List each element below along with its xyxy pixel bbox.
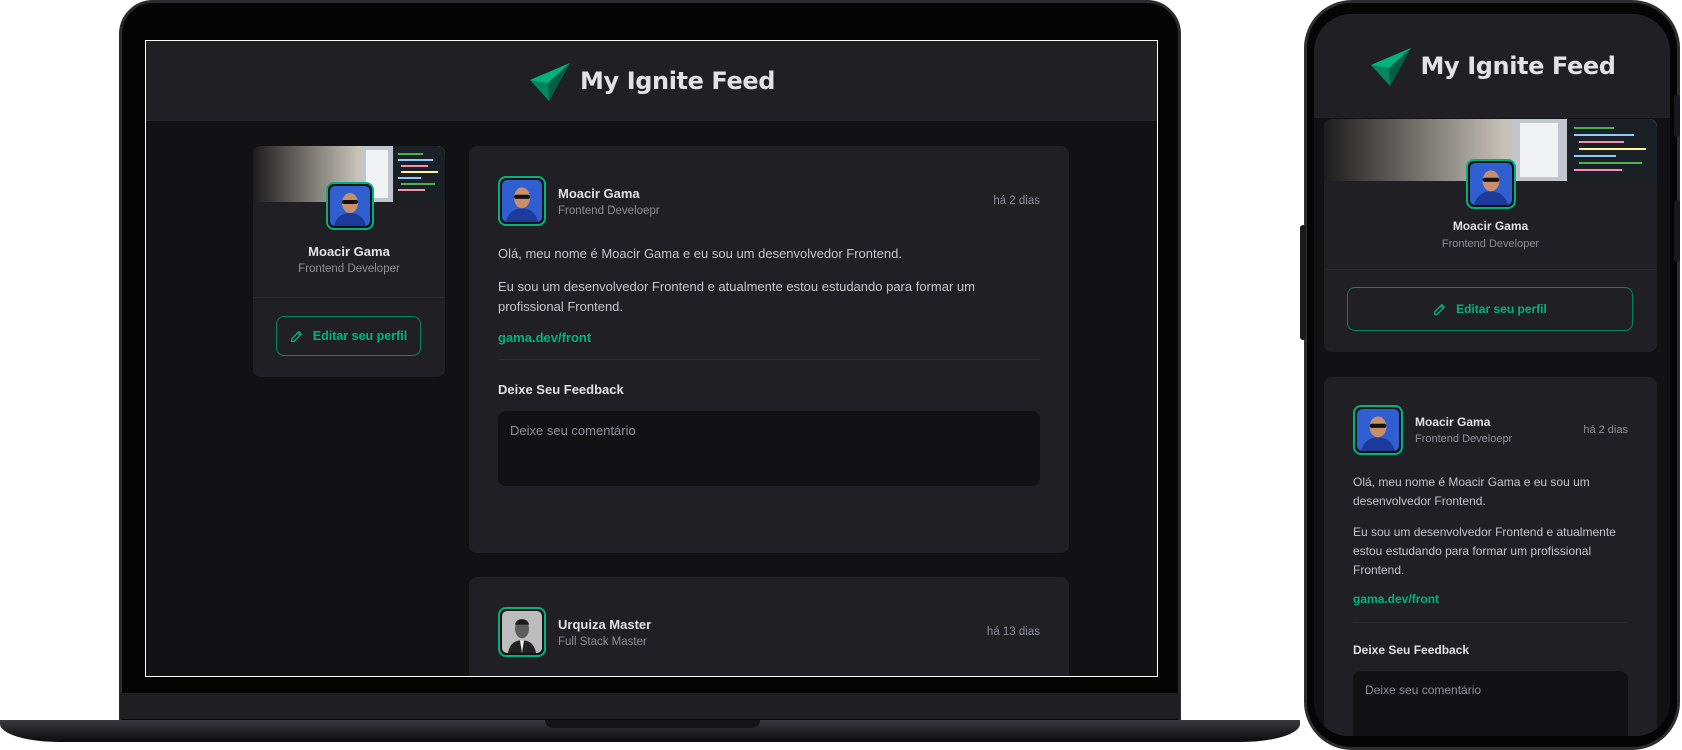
phone-side-button [1674, 95, 1680, 137]
profile-divider [1324, 269, 1657, 270]
post-divider [1353, 622, 1628, 623]
post-author-role: Full Stack Master [558, 635, 647, 648]
post-header: Moacir Gama Frontend Develoepr há 2 dias [498, 176, 1040, 226]
post-content: Olá, meu nome é Moacir Gama e eu sou um … [498, 244, 1040, 345]
post-paragraph: Eu sou um desenvolvedor Frontend e atual… [1353, 525, 1616, 577]
edit-profile-label: Editar seu perfil [1456, 302, 1547, 316]
laptop-hinge [120, 693, 1180, 719]
avatar-photo-moacir [502, 180, 542, 222]
avatar-photo-urquiza [502, 611, 542, 653]
app-header: My Ignite Feed [1314, 14, 1670, 118]
post-author-role: Frontend Develoepr [1415, 433, 1513, 445]
post-paragraph: Eu sou um desenvolvedor Frontend e atual… [498, 279, 975, 314]
app-title: My Ignite Feed [580, 66, 775, 95]
feedback-title: Deixe Seu Feedback [498, 382, 624, 397]
post-divider [498, 359, 1040, 360]
avatar-photo-moacir [330, 186, 370, 226]
post-time: há 2 dias [993, 195, 1040, 207]
post-author-role: Frontend Develoepr [558, 204, 660, 217]
post-author: Urquiza Master Full Stack Master [498, 607, 651, 657]
profile-name: Moacir Gama [308, 244, 390, 259]
comment-input[interactable] [498, 411, 1040, 486]
profile-sidebar: Moacir Gama Frontend Developer Editar se… [253, 146, 445, 377]
post-paragraph: Olá, meu nome é Moacir Gama e eu sou um … [1353, 475, 1590, 508]
post-time: há 13 dias [986, 626, 1040, 638]
edit-profile-button[interactable]: Editar seu perfil [276, 316, 421, 356]
desktop-screen: My Ignite Feed Moacir Gama Frontend Deve… [145, 40, 1158, 677]
mobile-screen: My Ignite Feed Moacir Gama Frontend Deve… [1314, 14, 1670, 736]
pencil-icon [1434, 303, 1446, 315]
profile-role: Frontend Developer [298, 263, 400, 275]
post-author-avatar[interactable] [498, 176, 546, 226]
post-content: Olá, meu nome é Moacir Gama e eu sou um … [1353, 473, 1628, 606]
post-header: Moacir Gama Frontend Develoepr há 2 dias [1353, 405, 1628, 455]
profile-avatar[interactable] [326, 182, 374, 230]
post-author-avatar[interactable] [1353, 405, 1403, 455]
post-author-name: Urquiza Master [558, 616, 652, 632]
post-author: Moacir Gama Frontend Develoepr [1353, 405, 1512, 455]
post-card: Moacir Gama Frontend Develoepr há 2 dias… [1324, 377, 1657, 736]
profile-divider [253, 297, 445, 298]
edit-profile-label: Editar seu perfil [312, 329, 408, 343]
edit-profile-button[interactable]: Editar seu perfil [1347, 287, 1633, 331]
post-header: Urquiza Master Full Stack Master há 13 d… [498, 607, 1040, 657]
post-card: Urquiza Master Full Stack Master há 13 d… [469, 577, 1069, 676]
profile-avatar[interactable] [1466, 159, 1516, 209]
pencil-icon [290, 330, 302, 342]
profile-name: Moacir Gama [1452, 219, 1529, 233]
profile-role: Frontend Developer [1441, 238, 1540, 250]
profile-sidebar: Moacir Gama Frontend Developer Editar se… [1324, 119, 1657, 352]
post-time: há 2 dias [1583, 424, 1628, 436]
post-paragraph: Olá, meu nome é Moacir Gama e eu sou um … [498, 246, 902, 261]
phone-side-button [1674, 200, 1680, 262]
phone-side-button [1300, 225, 1306, 340]
post-author: Moacir Gama Frontend Develoepr [498, 176, 660, 226]
post-author-avatar[interactable] [498, 607, 546, 657]
feedback-title: Deixe Seu Feedback [1353, 643, 1470, 657]
post-author-name: Moacir Gama [558, 185, 640, 201]
post-card: Moacir Gama Frontend Develoepr há 2 dias… [469, 146, 1069, 553]
post-author-name: Moacir Gama [1415, 415, 1491, 429]
laptop-notch [545, 720, 760, 728]
post-link[interactable]: gama.dev/front [498, 330, 1040, 345]
paper-plane-logo-icon [530, 62, 571, 101]
post-link[interactable]: gama.dev/front [1353, 592, 1628, 606]
paper-plane-logo-icon [1370, 48, 1411, 86]
app-title: My Ignite Feed [1420, 52, 1616, 80]
avatar-photo-moacir [1470, 163, 1512, 205]
avatar-photo-moacir [1357, 409, 1399, 451]
app-header: My Ignite Feed [146, 41, 1157, 121]
comment-input[interactable] [1353, 671, 1628, 736]
